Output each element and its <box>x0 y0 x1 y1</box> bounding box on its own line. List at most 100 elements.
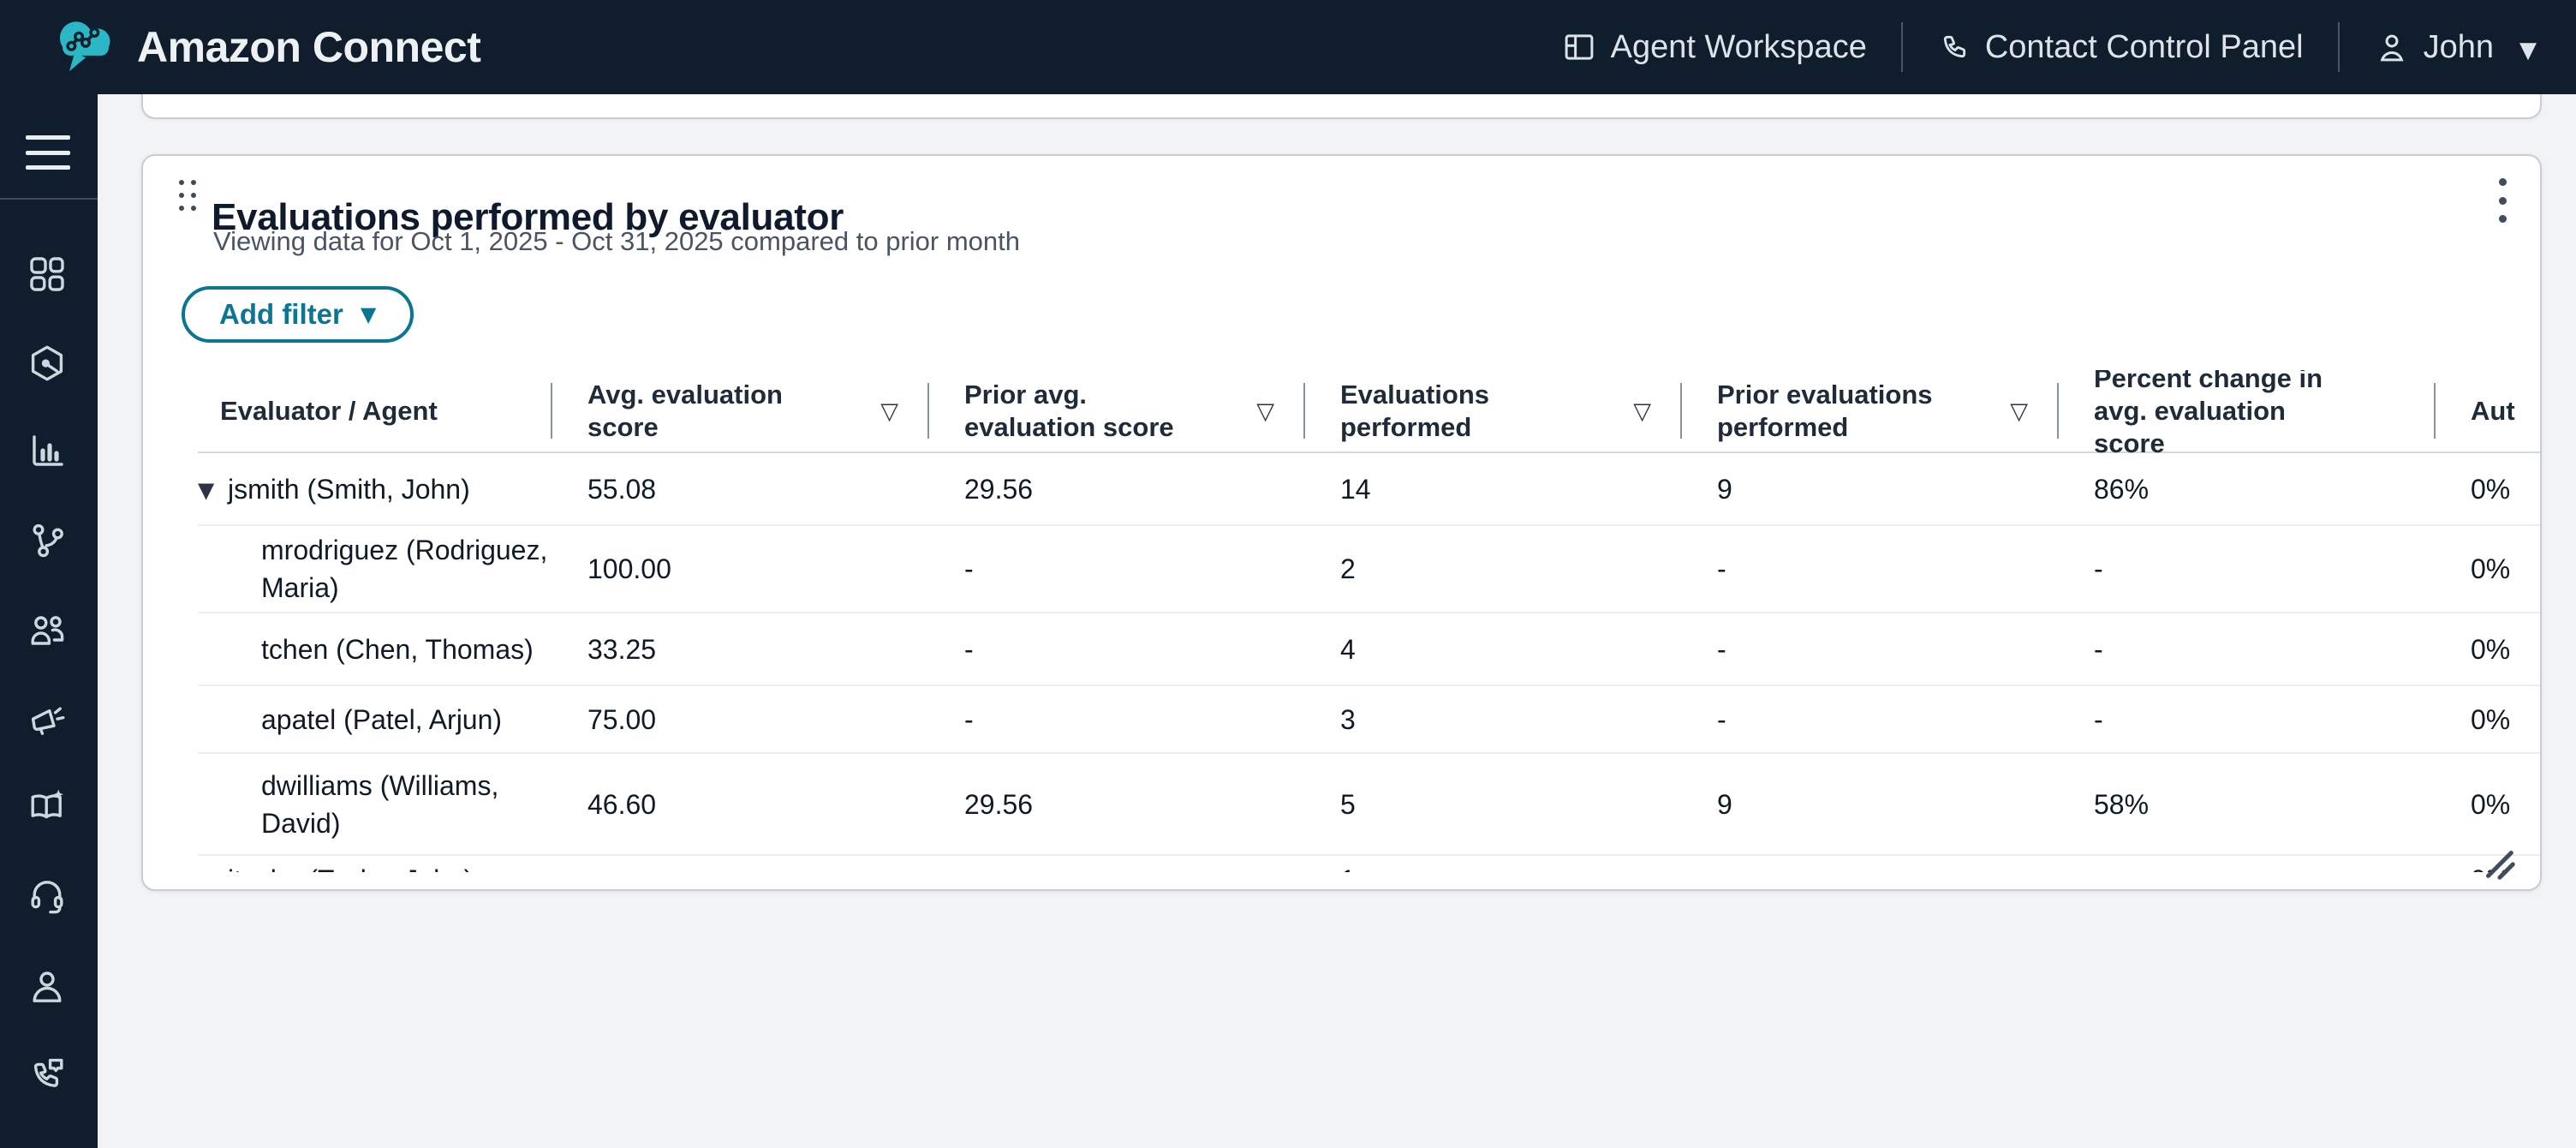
cell-value: 0% <box>2434 631 2542 668</box>
cell-value: - <box>2057 701 2434 738</box>
chevron-down-icon <box>2519 29 2537 66</box>
table-row: jsmith (Smith, John)55.0829.5614986%0% <box>198 453 2542 526</box>
cell-evaluator-agent: jtaylor (Taylor, John) <box>198 856 551 872</box>
add-filter-button[interactable]: Add filter <box>182 286 414 343</box>
table-row: jtaylor (Taylor, John)--1--0% <box>198 856 2542 872</box>
sidebar-item-routing-icon[interactable] <box>27 343 68 384</box>
agent-workspace-link[interactable]: Agent Workspace <box>1561 29 1867 66</box>
add-filter-label: Add filter <box>219 298 343 331</box>
sidebar-item-headset-icon[interactable] <box>27 875 68 916</box>
column-divider <box>1680 383 1682 439</box>
cell-value: 29.56 <box>927 786 1303 823</box>
cell-evaluator-agent: apatel (Patel, Arjun) <box>198 701 551 738</box>
flows-icon <box>27 520 68 561</box>
filter-icon[interactable] <box>2010 394 2028 428</box>
amazon-connect-logo-icon <box>53 15 118 80</box>
cell-value: 5 <box>1303 786 1680 823</box>
cell-value: - <box>2057 631 2434 668</box>
column-header-label: Evaluations performed <box>1340 379 1577 444</box>
filter-icon[interactable] <box>880 394 898 428</box>
cell-evaluator-agent: dwilliams (Williams, David) <box>198 767 551 842</box>
user-menu-label: John <box>2424 29 2494 66</box>
evaluator-name: dwilliams (Williams, David) <box>261 767 551 842</box>
column-divider <box>2434 383 2436 439</box>
topbar-separator <box>1901 22 1903 72</box>
cell-value: 0% <box>2434 550 2542 588</box>
cell-value: 100.00 <box>551 550 927 588</box>
brand-title: Amazon Connect <box>137 22 480 72</box>
column-header: Percent change in avg. evaluation score <box>2057 370 2434 451</box>
column-header-label: Prior evaluations performed <box>1717 379 1954 444</box>
brand: Amazon Connect <box>53 15 480 80</box>
sidebar-divider <box>0 198 98 200</box>
card-subtitle: Viewing data for Oct 1, 2025 - Oct 31, 2… <box>213 226 1020 257</box>
cell-value: - <box>1680 856 2057 872</box>
sidebar-item-flows-icon[interactable] <box>27 520 68 561</box>
workspace-icon <box>1561 29 1597 65</box>
campaigns-icon <box>27 697 68 738</box>
evaluator-name: apatel (Patel, Arjun) <box>261 701 502 738</box>
column-divider <box>551 383 552 439</box>
column-header-label: Aut <box>2471 395 2515 428</box>
sidebar-item-campaigns-icon[interactable] <box>27 697 68 738</box>
column-header-label: Evaluator / Agent <box>220 395 438 428</box>
cell-value: 75.00 <box>551 701 927 738</box>
cell-value: 0% <box>2434 701 2542 738</box>
knowledge-icon <box>27 786 68 828</box>
evaluations-table: Evaluator / Agent Avg. evaluation score Pr… <box>198 370 2542 872</box>
menu-icon[interactable] <box>26 135 70 170</box>
column-header-label: Prior avg. evaluation score <box>964 379 1201 444</box>
cell-value: 3 <box>1303 701 1680 738</box>
evaluator-name: jtaylor (Taylor, John) <box>228 861 473 872</box>
table-row: tchen (Chen, Thomas)33.25-4--0% <box>198 613 2542 686</box>
column-divider <box>2057 383 2059 439</box>
sidebar-item-profile-icon[interactable] <box>27 966 68 1007</box>
drag-handle-icon[interactable] <box>179 180 201 219</box>
cell-value: - <box>927 631 1303 668</box>
sidebar-item-dashboard-icon[interactable] <box>27 254 68 295</box>
column-header: Evaluations performed <box>1303 370 1680 451</box>
table-row: apatel (Patel, Arjun)75.00-3--0% <box>198 686 2542 754</box>
column-divider <box>1303 383 1305 439</box>
previous-card-bottom-edge <box>141 94 2542 119</box>
sidebar-item-phone-message-icon[interactable] <box>27 1054 68 1095</box>
phone-message-icon <box>27 1054 68 1095</box>
cell-evaluator-agent: mrodriguez (Rodriguez, Maria) <box>198 531 551 607</box>
resize-handle-icon[interactable] <box>2478 843 2518 882</box>
metrics-icon <box>27 430 68 471</box>
collapse-row-icon[interactable] <box>198 469 214 509</box>
cell-value: 29.56 <box>927 470 1303 508</box>
cell-value: 58% <box>2057 786 2434 823</box>
filter-icon[interactable] <box>1256 394 1274 428</box>
user-menu[interactable]: John <box>2374 29 2537 66</box>
cell-value: 2 <box>1303 550 1680 588</box>
cell-value: - <box>2057 856 2434 872</box>
cell-value: - <box>927 550 1303 588</box>
kebab-menu-icon[interactable] <box>2485 176 2519 224</box>
cell-value: 9 <box>1680 786 2057 823</box>
cell-value: 55.08 <box>551 470 927 508</box>
sidebar-item-metrics-icon[interactable] <box>27 430 68 471</box>
cell-value: - <box>927 701 1303 738</box>
filter-icon[interactable] <box>1633 394 1651 428</box>
table-row: dwilliams (Williams, David)46.6029.56595… <box>198 754 2542 856</box>
column-header-label: Percent change in avg. evaluation score <box>2094 370 2331 460</box>
cell-value: - <box>927 856 1303 872</box>
cell-value: 0% <box>2434 470 2542 508</box>
cell-value: 1 <box>1303 856 1680 872</box>
column-header-label: Avg. evaluation score <box>587 379 825 444</box>
agent-workspace-label: Agent Workspace <box>1611 29 1867 66</box>
top-nav: Agent Workspace Contact Control Panel <box>1561 22 2576 72</box>
cell-value: 86% <box>2057 470 2434 508</box>
sidebar-item-users-icon[interactable] <box>27 609 68 650</box>
cell-evaluator-agent: jsmith (Smith, John) <box>198 470 551 508</box>
cell-evaluator-agent: tchen (Chen, Thomas) <box>198 631 551 668</box>
column-header: Aut <box>2434 370 2542 451</box>
top-bar: Amazon Connect Agent Workspace <box>0 0 2576 94</box>
cell-value: 0% <box>2434 786 2542 823</box>
contact-control-panel-link[interactable]: Contact Control Panel <box>1937 29 2304 66</box>
column-divider <box>927 383 929 439</box>
phone-icon <box>1937 30 1971 64</box>
cell-value: 4 <box>1303 631 1680 668</box>
sidebar-item-knowledge-icon[interactable] <box>27 786 68 828</box>
